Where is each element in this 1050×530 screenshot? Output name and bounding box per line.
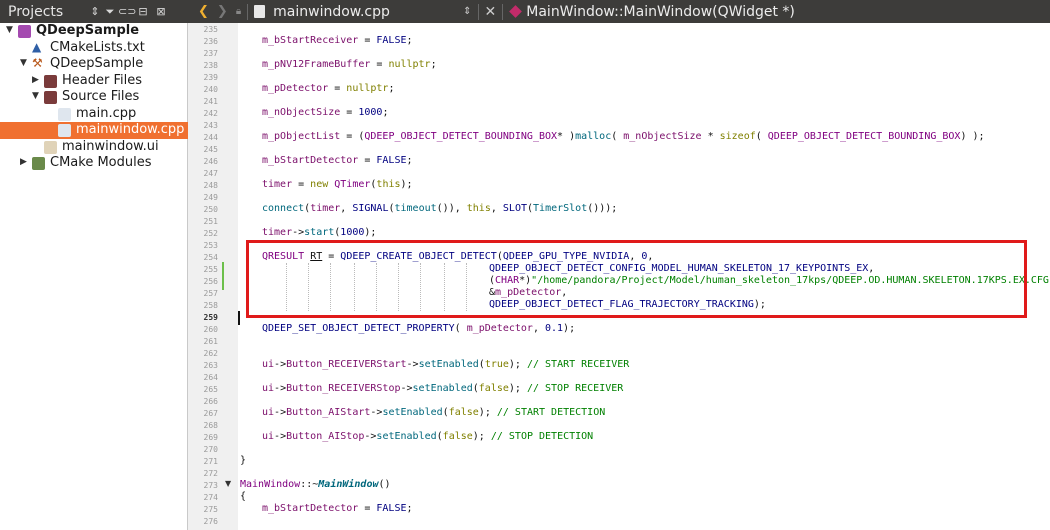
code-editor[interactable]: 235 236 237 238 239 240 241 242 243 244 245 246 247 2…	[188, 23, 1050, 530]
lock-icon: 🔒︎	[235, 6, 242, 17]
code-line: m_pObjectList = (QDEEP_OBJECT_DETECT_BOU…	[262, 131, 985, 142]
tree-item[interactable]: ▼ ⚒ QDeepSample	[0, 56, 188, 73]
tree-item-label: CMakeLists.txt	[50, 39, 145, 55]
code-line: ui->Button_AIStart->setEnabled(false); /…	[262, 407, 606, 418]
close-pane-icon[interactable]: ⊠	[152, 5, 170, 18]
expand-right-icon[interactable]: ▶	[20, 157, 30, 167]
function-icon	[509, 5, 523, 18]
forward-icon[interactable]: ❯	[217, 4, 228, 19]
cpp-file-icon	[58, 124, 71, 137]
link-icon[interactable]: ⊂⊃	[118, 5, 136, 18]
tree-item-label: QDeepSample	[50, 56, 144, 71]
tree-item-label: Header Files	[62, 72, 142, 88]
code-line: m_bStartReceiver = FALSE;	[262, 35, 413, 46]
split-icon[interactable]: ⊟	[134, 5, 152, 18]
projects-pane: Projects ⇕ ⏷ ⊂⊃ ⊟ ⊠ ▼ QDeepSample ▲ CMakeLi…	[0, 0, 188, 530]
folder-icon	[44, 74, 57, 88]
code-line: QDEEP_SET_OBJECT_DETECT_PROPERTY( m_pDet…	[262, 323, 576, 334]
tree-item-label: CMake Modules	[50, 155, 152, 170]
code-line: m_pNV12FrameBuffer = nullptr;	[262, 59, 437, 70]
projects-toolbar: Projects ⇕ ⏷ ⊂⊃ ⊟ ⊠	[0, 0, 188, 23]
expand-down-icon[interactable]: ▼	[6, 25, 16, 35]
code-line: ui->Button_RECEIVERStart->setEnabled(tru…	[262, 359, 630, 370]
tree-item[interactable]: ▶ Header Files	[0, 73, 188, 90]
project-tree: ▼ QDeepSample ▲ CMakeLists.txt ▼ ⚒ QDeepSample…	[0, 23, 188, 172]
fold-arrow-icon[interactable]: ▼	[225, 479, 231, 488]
expand-down-icon[interactable]: ▼	[32, 91, 42, 101]
expand-down-icon[interactable]: ▼	[20, 58, 30, 68]
code-line: m_nObjectSize = 1000;	[262, 107, 389, 118]
line-number-gutter: 235 236 237 238 239 240 241 242 243 244 245 246 247 2…	[188, 23, 238, 530]
cmake-file-icon: ▲	[32, 39, 42, 54]
hammer-icon: ⚒	[32, 56, 43, 70]
cpp-file-icon	[58, 107, 71, 121]
code-line: ui->Button_RECEIVERStop->setEnabled(fals…	[262, 383, 624, 394]
editor-toolbar: ❮ ❯ 🔒︎ mainwindow.cpp ⇕ ✕ MainWindow::Ma…	[188, 0, 1050, 23]
code-line: {	[240, 491, 247, 502]
file-icon	[254, 5, 266, 18]
expand-right-icon[interactable]: ▶	[32, 75, 42, 85]
back-icon[interactable]: ❮	[198, 4, 209, 19]
tree-item-label: QDeepSample	[36, 23, 140, 38]
code-line: m_bStartDetector = FALSE;	[262, 503, 413, 514]
code-line: connect(timer, SIGNAL(timeout()), this, …	[262, 203, 618, 214]
file-name-tab[interactable]: mainwindow.cpp	[273, 4, 463, 20]
code-line: timer->start(1000);	[262, 227, 377, 238]
tree-item[interactable]: mainwindow.cpp	[0, 122, 188, 139]
code-line: ui->Button_AIStop->setEnabled(false); //…	[262, 431, 594, 442]
sort-icon[interactable]: ⇕	[88, 5, 102, 18]
text-cursor	[238, 311, 240, 325]
tree-item[interactable]: ▼ Source Files	[0, 89, 188, 106]
modified-marker	[222, 262, 224, 290]
code-line: m_pDetector = nullptr;	[262, 83, 395, 94]
tree-item[interactable]: ▶ CMake Modules	[0, 155, 188, 172]
code-line: m_bStartDetector = FALSE;	[262, 155, 413, 166]
tree-item-label: mainwindow.cpp	[76, 122, 185, 137]
tree-item[interactable]: mainwindow.ui	[0, 139, 188, 156]
tree-item[interactable]: ▲ CMakeLists.txt	[0, 40, 188, 57]
tree-item[interactable]: ▼ QDeepSample	[0, 23, 188, 40]
ui-file-icon	[44, 140, 57, 154]
qt-project-icon	[18, 25, 31, 38]
code-line: }	[240, 455, 247, 466]
function-selector[interactable]: MainWindow::MainWindow(QWidget *)	[526, 4, 795, 20]
tree-item-label: mainwindow.ui	[62, 138, 159, 154]
code-line: MainWindow::~MainWindow()	[240, 479, 391, 490]
filter-icon[interactable]: ⏷	[102, 5, 118, 19]
fold-margin: ▼	[214, 23, 231, 530]
folder-icon	[44, 91, 57, 104]
cmake-folder-icon	[32, 157, 45, 170]
projects-title: Projects	[8, 3, 64, 20]
tree-item-label: main.cpp	[76, 105, 137, 121]
highlight-box	[246, 240, 1027, 318]
file-dropdown-icon[interactable]: ⇕	[463, 6, 471, 17]
close-file-icon[interactable]: ✕	[485, 4, 497, 20]
tree-item-label: Source Files	[62, 89, 140, 104]
tree-item[interactable]: main.cpp	[0, 106, 188, 123]
code-line: timer = new QTimer(this);	[262, 179, 413, 190]
